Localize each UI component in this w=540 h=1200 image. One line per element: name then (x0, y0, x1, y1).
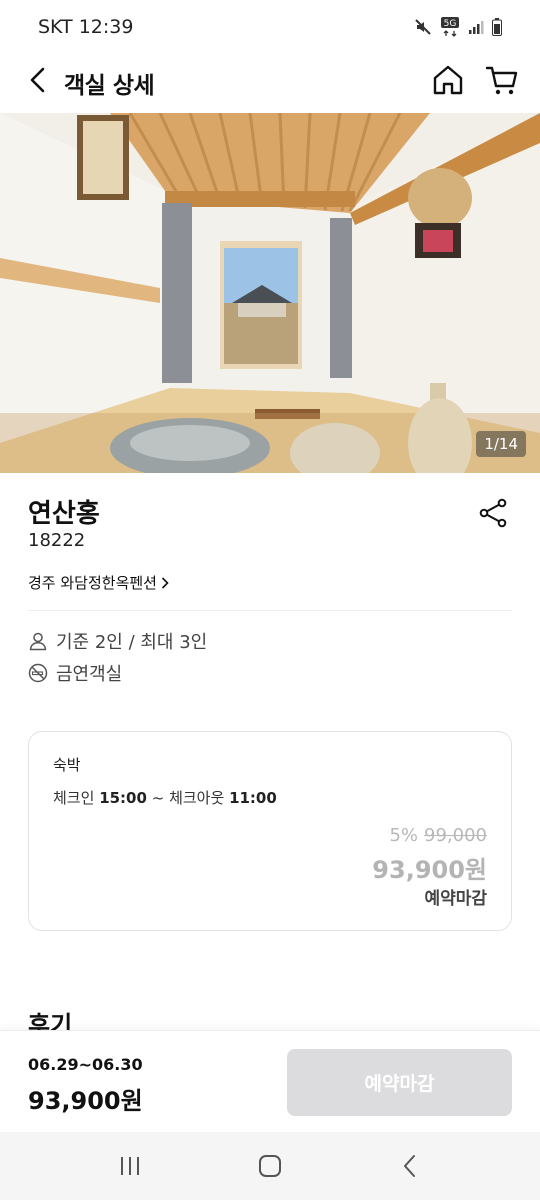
signal-icon (469, 21, 484, 34)
booking-price: 93,900원 (28, 1087, 143, 1115)
home-button[interactable] (430, 62, 466, 98)
capacity-text: 기준 2인 / 최대 3인 (56, 632, 208, 653)
capacity-row: 기준 2인 / 최대 3인 (28, 628, 207, 654)
photo-counter: 1/14 (476, 431, 526, 457)
home-nav-button[interactable] (246, 1142, 294, 1190)
checkin-time: 15:00 (99, 789, 147, 807)
home-nav-icon (259, 1155, 281, 1177)
original-price: 99,000 (424, 825, 487, 846)
no-smoking-icon (28, 663, 48, 683)
chevron-left-icon (30, 67, 45, 93)
section-divider (28, 610, 512, 611)
share-button[interactable] (478, 498, 508, 528)
page-title: 객실 상세 (64, 73, 155, 99)
recent-apps-button[interactable] (106, 1142, 154, 1190)
status-icons: 5G (414, 16, 502, 38)
stay-option-card[interactable]: 숙박 체크인 15:00 ~ 체크아웃 11:00 5% 99,000 93,9… (28, 731, 512, 931)
network-5g-icon: 5G (441, 17, 459, 37)
back-nav-button[interactable] (386, 1142, 434, 1190)
back-nav-icon (404, 1155, 415, 1177)
booking-dates[interactable]: 06.29~06.30 (28, 1055, 143, 1074)
recent-apps-icon (121, 1157, 139, 1175)
cart-button[interactable] (484, 62, 520, 98)
booking-status: 예약마감 (424, 889, 487, 909)
status-bar: SKT 12:39 5G (0, 0, 540, 54)
nonsmoking-row: 금연객실 (28, 660, 122, 686)
app-header: 객실 상세 (0, 54, 540, 110)
battery-icon (492, 18, 502, 36)
time-separator: ~ (151, 789, 165, 807)
room-photo-carousel[interactable]: 1/14 (0, 113, 540, 473)
discount-rate: 5% (389, 825, 419, 846)
nonsmoking-text: 금연객실 (56, 664, 123, 685)
system-nav-bar (0, 1132, 540, 1200)
home-icon (433, 65, 463, 95)
reserve-button[interactable]: 예약마감 (287, 1049, 512, 1116)
share-icon (479, 498, 507, 528)
back-button[interactable] (22, 64, 54, 96)
room-photo (0, 113, 540, 473)
stay-type: 숙박 (53, 756, 81, 774)
person-icon (29, 632, 47, 651)
checkin-label: 체크인 (53, 789, 95, 807)
chevron-right-icon (161, 576, 169, 589)
discount-row: 5% 99,000 (389, 825, 487, 846)
status-time: SKT 12:39 (38, 16, 134, 38)
pension-link[interactable]: 경주 와담정한옥펜션 (28, 572, 169, 593)
checkout-label: 체크아웃 (169, 789, 225, 807)
room-code: 18222 (28, 530, 86, 551)
pension-name: 경주 와담정한옥펜션 (28, 574, 157, 592)
mute-icon (415, 19, 431, 35)
room-name: 연산홍 (28, 499, 100, 529)
booking-bar: 06.29~06.30 93,900원 예약마감 (0, 1030, 540, 1132)
stay-price: 93,900원 (372, 856, 487, 884)
svg-text:5G: 5G (444, 19, 457, 29)
reviews-heading: 후기 (28, 1011, 73, 1030)
checkin-checkout-times: 체크인 15:00 ~ 체크아웃 11:00 (53, 787, 277, 808)
checkout-time: 11:00 (229, 789, 277, 807)
cart-icon (485, 66, 518, 95)
